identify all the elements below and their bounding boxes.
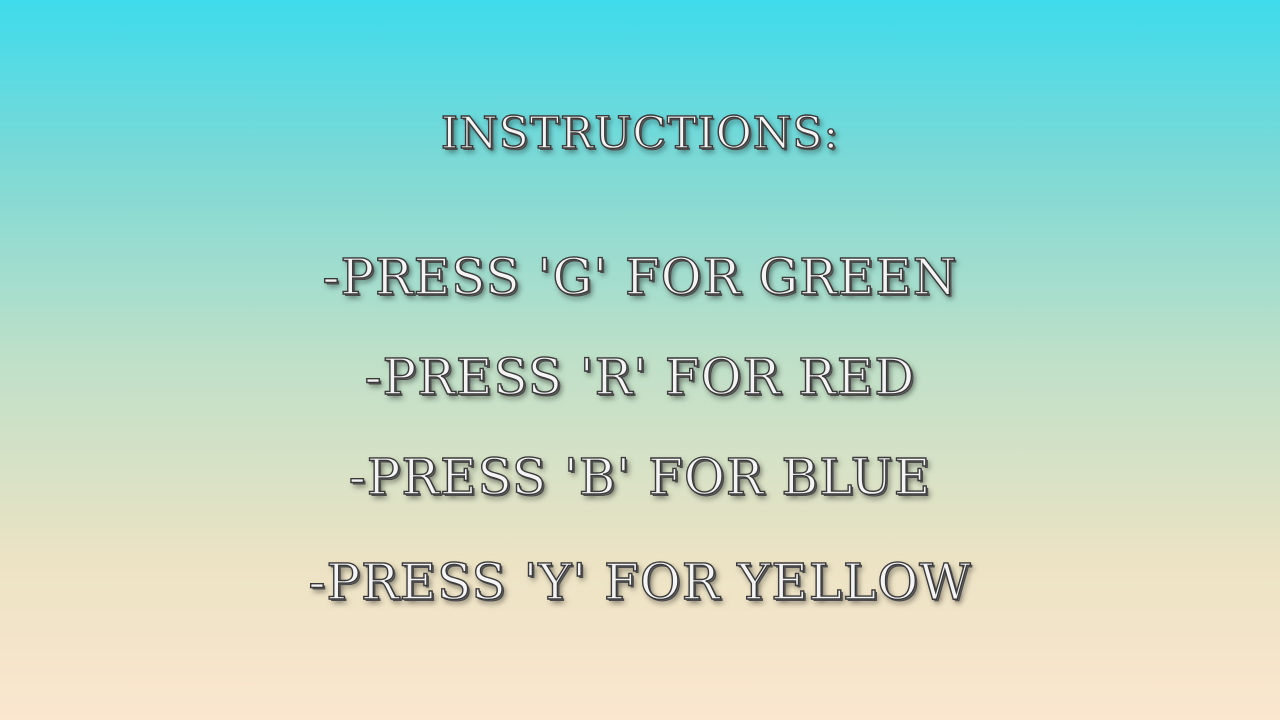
instruction-blue: -PRESS 'B' FOR BLUE (348, 447, 932, 506)
instructions-screen: INSTRUCTIONS: -PRESS 'G' FOR GREEN -PRES… (0, 0, 1280, 720)
instructions-title: INSTRUCTIONS: (440, 107, 840, 159)
instruction-red: -PRESS 'R' FOR RED (364, 347, 916, 406)
instruction-yellow: -PRESS 'Y' FOR YELLOW (308, 552, 972, 611)
instruction-green: -PRESS 'G' FOR GREEN (322, 247, 958, 306)
